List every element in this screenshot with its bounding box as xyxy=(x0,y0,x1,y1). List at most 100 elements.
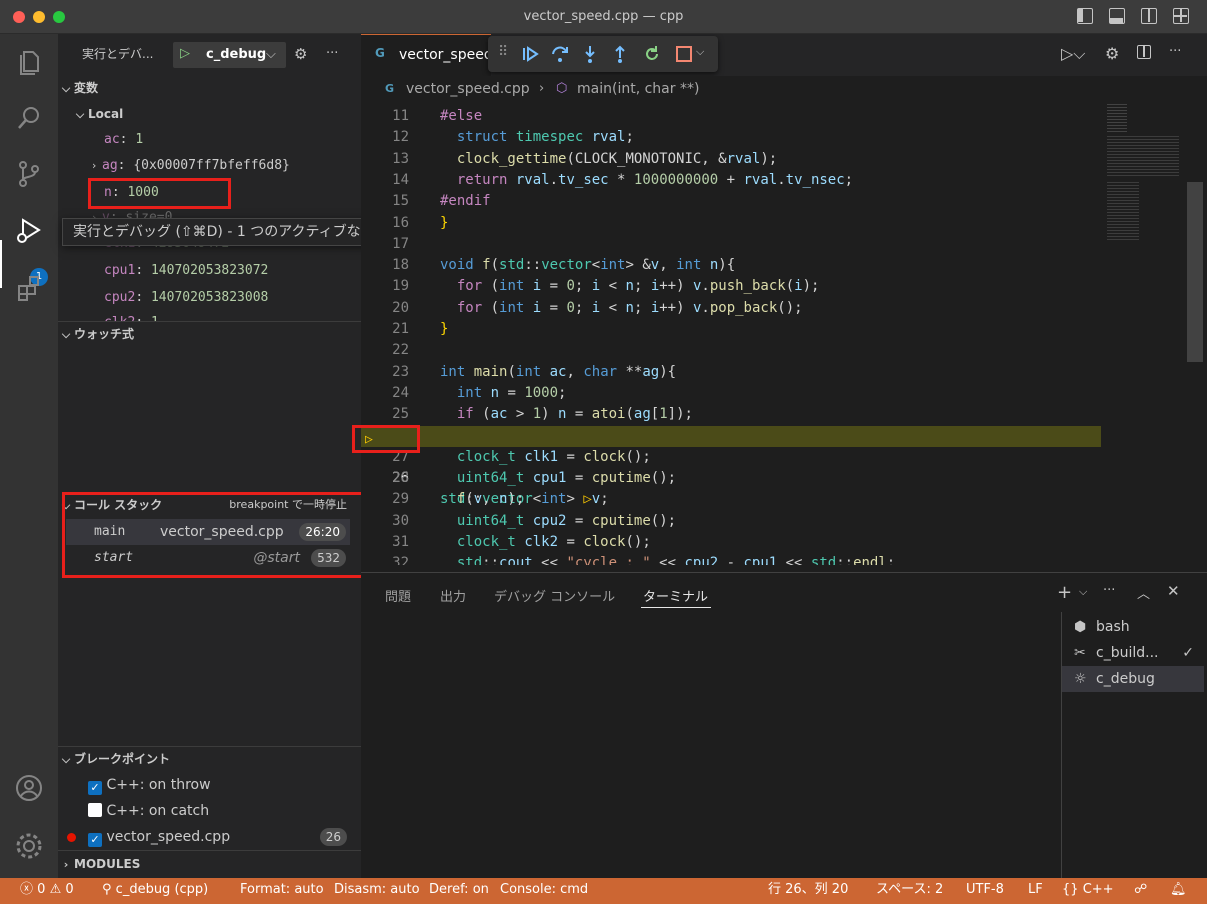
problems-status[interactable]: ⓧ 0 ⚠ 0 xyxy=(20,878,74,902)
sidebar-title: 実行とデバ... xyxy=(82,47,154,61)
drag-handle-icon[interactable]: ⠿ xyxy=(498,44,508,60)
local-scope[interactable]: ⌵ Local xyxy=(58,102,361,126)
code-line: 17 xyxy=(392,235,409,252)
breakpoints-section-header[interactable]: ⌵ ブレークポイント xyxy=(58,747,361,771)
start-debug-icon[interactable]: ▷ xyxy=(180,42,190,66)
step-into-icon[interactable] xyxy=(580,44,600,64)
variable-clk2[interactable]: clk2: 1 xyxy=(58,311,361,321)
stop-icon[interactable] xyxy=(674,44,694,64)
feedback-icon[interactable]: ☍ xyxy=(1134,878,1147,902)
code-editor[interactable]: 11 #else 12 struct timespec rval; 13 cloc… xyxy=(361,102,1187,572)
notifications-bell-icon[interactable]: 🔔︎ xyxy=(1170,878,1187,902)
chevron-right-icon: › xyxy=(63,858,69,871)
deref-status[interactable]: Deref: on xyxy=(429,878,489,902)
chevron-down-icon[interactable]: ⌵ xyxy=(696,45,704,59)
tab-output[interactable]: 出力 xyxy=(440,586,466,605)
explorer-icon[interactable] xyxy=(13,46,45,78)
activity-bar: 1 xyxy=(0,34,58,878)
watch-section-header[interactable]: ⌵ ウォッチ式 xyxy=(58,322,361,346)
chevron-right-icon: › xyxy=(90,159,98,172)
code-line: 24 int n = 1000; xyxy=(392,384,567,401)
console-status[interactable]: Console: cmd xyxy=(500,878,588,902)
debug-icon: ⚲ xyxy=(102,882,112,897)
terminal-c-build[interactable]: ✂ c_build... ✓ xyxy=(1062,640,1204,666)
manage-gear-icon[interactable] xyxy=(13,830,45,862)
code-line: 11 #else xyxy=(392,108,483,124)
tab-terminal[interactable]: ターミナル xyxy=(643,586,708,605)
breakpoint-on-throw[interactable]: ✓ C++: on throw xyxy=(58,773,361,797)
new-terminal-icon[interactable]: + xyxy=(1057,582,1072,603)
variable-cpu2[interactable]: cpu2: 140702053823008 xyxy=(58,286,361,310)
debug-session-status[interactable]: ⚲ c_debug (cpp) xyxy=(102,878,208,902)
checkbox-checked-icon[interactable]: ✓ xyxy=(88,781,102,795)
source-control-icon[interactable] xyxy=(13,158,45,190)
maximize-panel-icon[interactable]: ︿ xyxy=(1137,583,1150,602)
extensions-icon[interactable] xyxy=(13,272,45,304)
chevron-down-icon[interactable]: ⌵ xyxy=(1079,585,1087,599)
minimap[interactable] xyxy=(1103,102,1187,572)
more-actions-icon[interactable]: ··· xyxy=(326,42,338,66)
split-editor-icon[interactable] xyxy=(1137,45,1151,59)
code-line: 16} xyxy=(392,214,449,231)
code-line: 23 int main(int ac, char **ag){ xyxy=(392,363,677,380)
run-debug-icon[interactable] xyxy=(13,214,45,246)
customize-layout-icon[interactable] xyxy=(1173,8,1189,24)
debug-settings-gear-icon[interactable]: ⚙ xyxy=(294,42,307,66)
breakpoint-on-catch[interactable]: C++: on catch xyxy=(58,799,361,823)
more-actions-icon[interactable]: ··· xyxy=(1169,44,1181,59)
terminal-c-debug[interactable]: ☼ c_debug xyxy=(1062,666,1204,692)
checkbox-checked-icon[interactable]: ✓ xyxy=(88,833,102,847)
braces-icon: {} xyxy=(1062,882,1079,897)
editor-scrollbar[interactable] xyxy=(1187,102,1203,572)
chevron-down-icon: ⌵ xyxy=(61,82,71,95)
code-line: 18 void f(std::vector<int> &v, int n){ xyxy=(392,257,736,274)
modules-section-header[interactable]: › MODULES xyxy=(58,852,361,876)
run-file-icon[interactable]: ▷⌵ xyxy=(1061,44,1085,64)
tab-problems[interactable]: 問題 xyxy=(385,586,411,605)
terminal-bash[interactable]: ⬢ bash xyxy=(1062,614,1204,640)
tab-debug-console[interactable]: デバッグ コンソール xyxy=(494,586,615,605)
step-out-icon[interactable] xyxy=(610,44,630,64)
code-line: 31 clock_t clk2 = clock(); xyxy=(392,534,651,550)
cursor-position[interactable]: 行 26、列 20 xyxy=(768,878,848,902)
restart-icon[interactable] xyxy=(642,44,662,64)
variable-ag[interactable]: › ag: {0x00007ff7bfeff6d8} xyxy=(58,154,361,178)
indentation-status[interactable]: スペース: 2 xyxy=(876,878,943,902)
method-icon: ⬡ xyxy=(556,81,568,96)
tools-icon: ✂ xyxy=(1074,645,1086,661)
toggle-secondary-sidebar-icon[interactable] xyxy=(1141,8,1157,24)
editor-settings-gear-icon[interactable]: ⚙ xyxy=(1105,44,1119,63)
variables-section-header[interactable]: ⌵ 変数 xyxy=(58,76,361,100)
language-status[interactable]: {} C++ xyxy=(1062,878,1114,902)
account-icon[interactable] xyxy=(13,772,45,804)
format-status[interactable]: Format: auto xyxy=(240,878,324,902)
variable-cpu1[interactable]: cpu1: 140702053823072 xyxy=(58,259,361,283)
close-panel-icon[interactable]: ✕ xyxy=(1167,582,1180,600)
code-line: 19 for (int i = 0; i < n; i++) v.push_ba… xyxy=(392,278,820,295)
step-over-icon[interactable] xyxy=(550,44,570,64)
continue-icon[interactable] xyxy=(520,44,540,64)
code-line: 20 for (int i = 0; i < n; i++) v.pop_bac… xyxy=(392,299,803,316)
breadcrumb-file[interactable]: vector_speed.cpp xyxy=(406,76,530,102)
code-line: 12 struct timespec rval; xyxy=(392,129,634,146)
more-actions-icon[interactable]: ··· xyxy=(1103,583,1115,598)
chevron-down-icon: ⌵ xyxy=(61,753,71,766)
toggle-panel-icon[interactable] xyxy=(1109,8,1125,24)
search-icon[interactable] xyxy=(13,102,45,134)
error-icon: ⓧ xyxy=(20,882,34,897)
code-line: 21} xyxy=(392,321,449,337)
breakpoint-vector-speed[interactable]: ✓ vector_speed.cpp 26 xyxy=(58,825,361,849)
code-line: 14 return rval.tv_sec * 1000000000 + rva… xyxy=(392,171,854,188)
encoding-status[interactable]: UTF-8 xyxy=(966,878,1004,902)
variable-ac[interactable]: ac: 1 xyxy=(58,128,361,152)
debug-config-select[interactable]: ▷ c_debug ⌵ xyxy=(173,42,286,68)
editor-tab[interactable]: G vector_speed xyxy=(361,34,493,76)
chevron-down-icon: ⌵ xyxy=(266,47,276,62)
disasm-status[interactable]: Disasm: auto xyxy=(334,878,420,902)
status-bar: ⓧ 0 ⚠ 0 ⚲ c_debug (cpp) Format: auto Dis… xyxy=(0,878,1207,904)
scrollbar-thumb[interactable] xyxy=(1187,182,1203,362)
breadcrumb-symbol[interactable]: main(int, char **) xyxy=(577,76,699,102)
eol-status[interactable]: LF xyxy=(1028,878,1043,902)
checkbox-unchecked-icon[interactable] xyxy=(88,803,102,817)
toggle-primary-sidebar-icon[interactable] xyxy=(1077,8,1093,24)
